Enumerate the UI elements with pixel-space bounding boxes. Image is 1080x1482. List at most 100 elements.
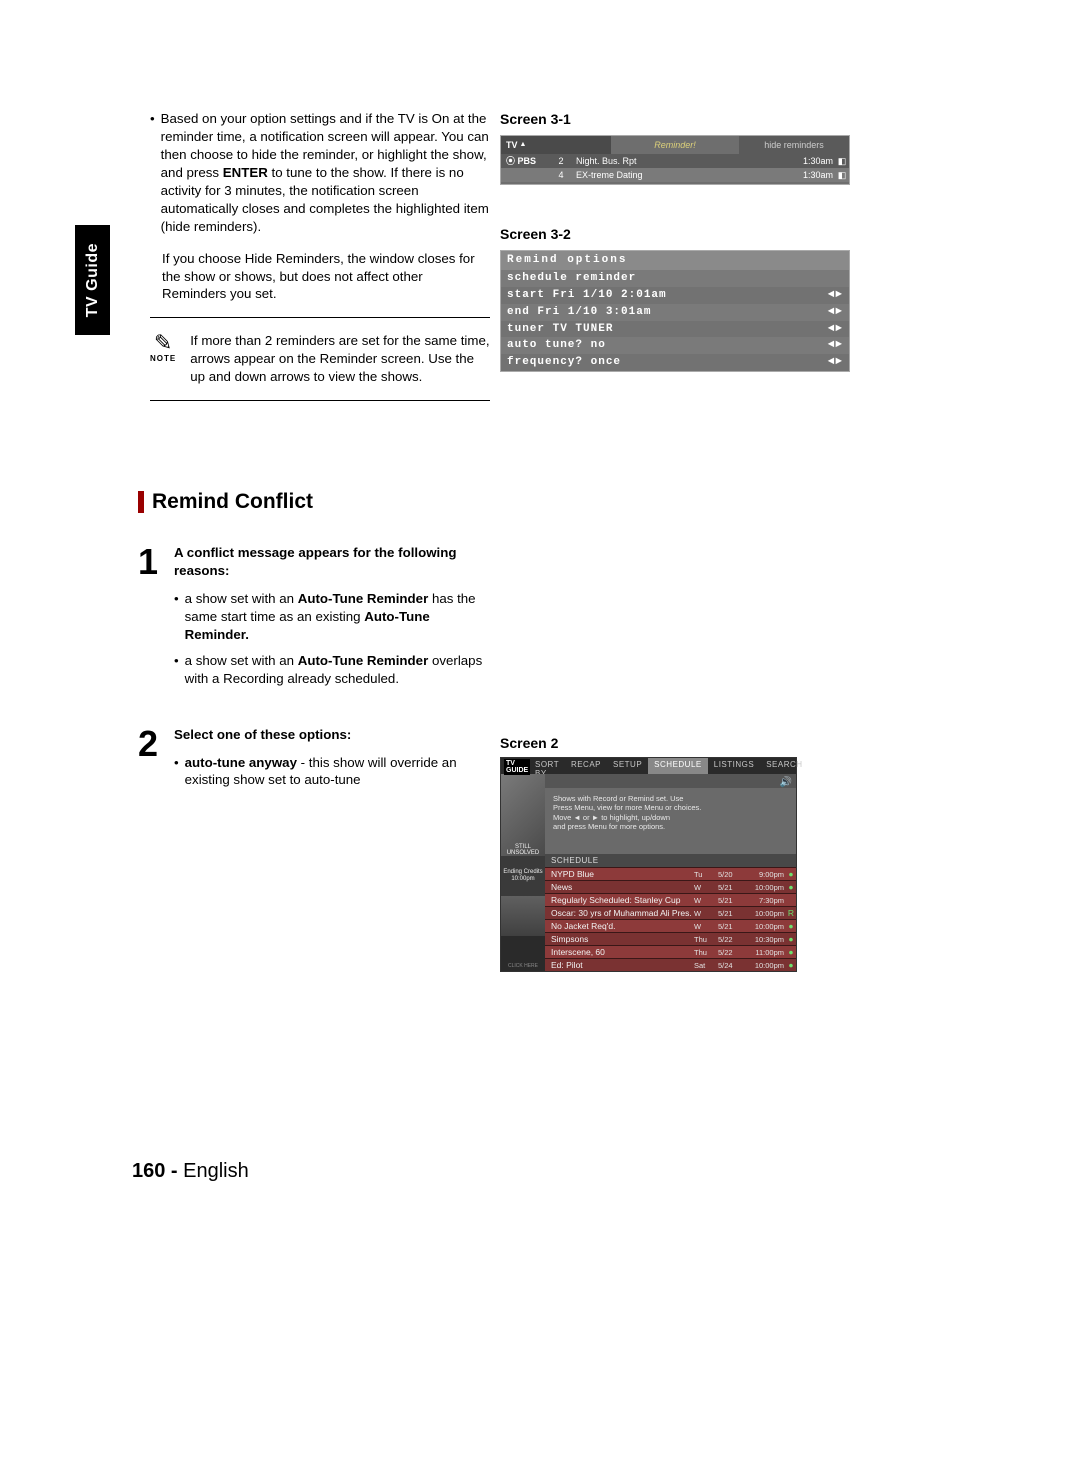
text: a show set with an Auto-Tune Reminder ha… — [185, 590, 488, 644]
arrow-icon: ◄► — [828, 338, 843, 353]
screen-3-1: TV ▲ Reminder! hide reminders ⦿ PBS 2 Ni… — [500, 135, 850, 185]
row-day: W — [694, 922, 718, 931]
row-time: 11:00pm — [744, 948, 786, 957]
arrow-icon: ◄► — [828, 322, 843, 337]
option-row[interactable]: auto tune? no ◄► — [501, 337, 849, 354]
schedule-row[interactable]: Regularly Scheduled: Stanley CupW5/217:3… — [545, 893, 796, 906]
row-time: 10:00pm — [744, 909, 786, 918]
tab-setup[interactable]: SETUP — [607, 758, 648, 774]
tab-listings[interactable]: LISTINGS — [708, 758, 760, 774]
info-line: Move ◄ or ► to highlight, up/down — [553, 813, 788, 822]
promo-text: CLICK HERE — [508, 963, 538, 969]
schedule-row[interactable]: Ed: PilotSat5/2410:00pm● — [545, 958, 796, 971]
channel-logo: ⦿ PBS — [501, 155, 551, 167]
info-line: Press Menu, view for more Menu or choice… — [553, 803, 788, 812]
row-day: W — [694, 909, 718, 918]
page-number: 160 - English — [132, 1160, 249, 1183]
option-label: end Fri 1/10 3:01am — [507, 305, 651, 320]
screen-label: Screen 3-1 — [500, 110, 850, 129]
note-icon-col: ✎ NOTE — [150, 332, 176, 365]
screen-label: Screen 2 — [500, 735, 850, 751]
row-indicator-icon: ● — [786, 882, 796, 892]
row-date: 5/22 — [718, 948, 744, 957]
schedule-body: STILL UNSOLVED Ending Credits 10:00pm CL… — [501, 774, 796, 971]
step-body: A conflict message appears for the follo… — [174, 544, 488, 696]
promo-text: 10:00pm — [511, 876, 534, 883]
bullet-dot: • — [174, 754, 179, 790]
option-row[interactable]: tuner TV TUNER ◄► — [501, 321, 849, 338]
page-number-language: English — [183, 1160, 249, 1182]
right-column-lower: Screen 2 TVGUIDE SORT BY RECAP SETUP SCH… — [500, 735, 850, 972]
option-label: auto tune? no — [507, 338, 606, 353]
step-lead: A conflict message appears for the follo… — [174, 544, 488, 580]
schedule-rows: NYPD BlueTu5/209:00pm●NewsW5/2110:00pm●R… — [545, 867, 796, 971]
schedule-row[interactable]: Oscar: 30 yrs of Muhammad Ali Pres.W5/21… — [545, 906, 796, 919]
schedule-tabs: SORT BY RECAP SETUP SCHEDULE LISTINGS SE… — [501, 758, 796, 774]
side-tab: TV Guide — [75, 225, 110, 335]
hide-reminders-button[interactable]: hide reminders — [739, 136, 849, 154]
step-body: Select one of these options: • auto-tune… — [174, 726, 488, 798]
schedule-row[interactable]: Interscene, 60Thu5/2211:00pm● — [545, 945, 796, 958]
side-tab-label: TV Guide — [84, 243, 102, 317]
schedule-row[interactable]: No Jacket Req'd.W5/2110:00pm● — [545, 919, 796, 932]
step-1: 1 A conflict message appears for the fol… — [138, 544, 488, 696]
promo-text: Ending Credits — [503, 869, 542, 876]
promo-tile-2: Ending Credits 10:00pm — [501, 856, 545, 896]
schedule-row[interactable]: NYPD BlueTu5/209:00pm● — [545, 867, 796, 880]
text: a show set with an Auto-Tune Reminder ov… — [185, 652, 488, 688]
row-day: W — [694, 883, 718, 892]
show-title: EX-treme Dating — [571, 169, 778, 181]
show-title: Night. Bus. Rpt — [571, 155, 778, 167]
option-label: tuner TV TUNER — [507, 322, 613, 337]
bullet-item: • a show set with an Auto-Tune Reminder … — [174, 652, 488, 688]
section-title-text: Remind Conflict — [152, 490, 313, 514]
row-indicator-icon: ● — [786, 960, 796, 970]
tab-recap[interactable]: RECAP — [565, 758, 607, 774]
indicator-icon: ◧ — [835, 169, 849, 181]
row-title: News — [545, 882, 694, 892]
row-indicator-icon: ● — [786, 921, 796, 931]
step-number: 1 — [138, 544, 164, 696]
divider — [150, 317, 490, 318]
indicator-icon: ◧ — [835, 155, 849, 167]
row-title: Oscar: 30 yrs of Muhammad Ali Pres. — [545, 908, 694, 918]
row-date: 5/24 — [718, 961, 744, 970]
option-row[interactable]: end Fri 1/10 3:01am◄► — [501, 304, 849, 321]
row-date: 5/21 — [718, 922, 744, 931]
reminder-header: TV ▲ Reminder! hide reminders — [501, 136, 849, 154]
row-indicator-icon: R — [786, 908, 796, 918]
row-date: 5/21 — [718, 909, 744, 918]
down-arrow-icon — [501, 182, 849, 184]
arrow-icon: ◄► — [828, 355, 843, 370]
option-row[interactable]: schedule reminder — [501, 270, 849, 287]
show-time: 1:30am — [778, 169, 835, 181]
reminder-row[interactable]: 4 EX-treme Dating 1:30am ◧ — [501, 168, 849, 182]
paragraph: If you choose Hide Reminders, the window… — [150, 250, 490, 304]
row-title: Ed: Pilot — [545, 960, 694, 970]
keyword: Auto-Tune Reminder — [298, 591, 429, 606]
schedule-row[interactable]: SimpsonsThu5/2210:30pm● — [545, 932, 796, 945]
step-number: 2 — [138, 726, 164, 798]
row-date: 5/20 — [718, 870, 744, 879]
bullet-item: • auto-tune anyway - this show will over… — [174, 754, 488, 790]
reminder-row[interactable]: ⦿ PBS 2 Night. Bus. Rpt 1:30am ◧ — [501, 154, 849, 168]
paragraph: Based on your option settings and if the… — [161, 110, 490, 236]
option-row[interactable]: start Fri 1/10 2:01am◄► — [501, 287, 849, 304]
tab-schedule[interactable]: SCHEDULE — [648, 758, 708, 774]
bullet-dot: • — [174, 652, 179, 688]
promo-tile: STILL UNSOLVED — [501, 774, 545, 856]
row-day: Tu — [694, 870, 718, 879]
sub-bullets: • a show set with an Auto-Tune Reminder … — [174, 590, 488, 688]
schedule-category: SCHEDULE — [545, 854, 796, 867]
text: a show set with an — [185, 591, 298, 606]
schedule-row[interactable]: NewsW5/2110:00pm● — [545, 880, 796, 893]
promo-tile-4: CLICK HERE — [501, 936, 545, 971]
tab-search[interactable]: SEARCH — [760, 758, 808, 774]
tv-guide-logo: TV ▲ — [501, 136, 611, 154]
bullet-dot: • — [150, 110, 155, 236]
row-title: Simpsons — [545, 934, 694, 944]
tab-sortby[interactable]: SORT BY — [529, 758, 565, 774]
option-row[interactable]: frequency? once◄► — [501, 354, 849, 371]
info-line: and press Menu for more options. — [553, 822, 788, 831]
note-label: NOTE — [150, 354, 176, 365]
